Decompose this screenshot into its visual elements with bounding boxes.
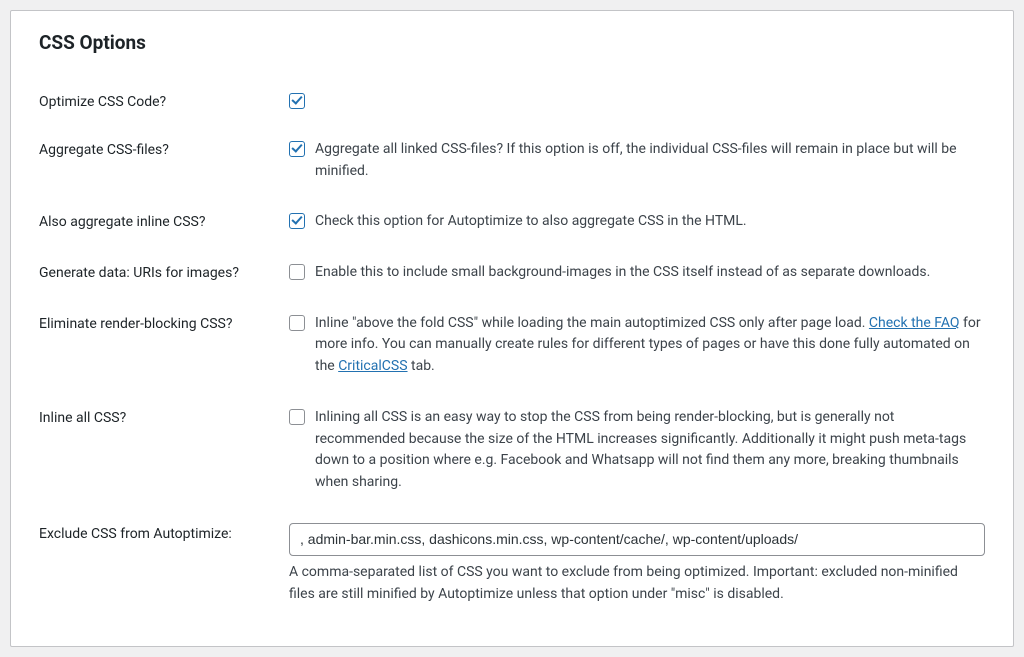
row-exclude-css: Exclude CSS from Autoptimize: A comma-se… [39,510,985,622]
checkbox-optimize-css[interactable] [289,93,305,109]
label-aggregate-inline-css: Also aggregate inline CSS? [39,198,289,249]
help-exclude-css: A comma-separated list of CSS you want t… [289,562,985,605]
row-aggregate-inline-css: Also aggregate inline CSS? Check this op… [39,198,985,249]
text-part1: Inline "above the fold CSS" while loadin… [315,315,869,331]
row-eliminate-render-blocking: Eliminate render-blocking CSS? Inline "a… [39,300,985,394]
row-optimize-css: Optimize CSS Code? [39,78,985,126]
checkbox-aggregate-inline-css[interactable] [289,213,305,229]
row-data-uris: Generate data: URIs for images? Enable t… [39,249,985,300]
css-options-panel: CSS Options Optimize CSS Code? Aggregate… [10,10,1014,647]
checkbox-eliminate-render-blocking[interactable] [289,315,305,331]
checkbox-data-uris[interactable] [289,264,305,280]
desc-aggregate-css: Aggregate all linked CSS-files? If this … [315,139,985,182]
desc-data-uris: Enable this to include small background-… [315,262,985,284]
label-optimize-css: Optimize CSS Code? [39,78,289,126]
label-aggregate-css: Aggregate CSS-files? [39,126,289,198]
link-check-faq[interactable]: Check the FAQ [869,315,960,331]
row-aggregate-css: Aggregate CSS-files? Aggregate all linke… [39,126,985,198]
checkbox-aggregate-css[interactable] [289,141,305,157]
section-title: CSS Options [39,31,985,54]
checkbox-inline-all-css[interactable] [289,409,305,425]
desc-eliminate-render-blocking: Inline "above the fold CSS" while loadin… [315,313,985,378]
input-exclude-css[interactable] [289,523,985,557]
label-data-uris: Generate data: URIs for images? [39,249,289,300]
desc-inline-all-css: Inlining all CSS is an easy way to stop … [315,407,985,494]
row-inline-all-css: Inline all CSS? Inlining all CSS is an e… [39,394,985,510]
label-exclude-css: Exclude CSS from Autoptimize: [39,510,289,622]
desc-aggregate-inline-css: Check this option for Autoptimize to als… [315,211,985,233]
link-criticalcss[interactable]: CriticalCSS [338,358,407,374]
label-eliminate-render-blocking: Eliminate render-blocking CSS? [39,300,289,394]
label-inline-all-css: Inline all CSS? [39,394,289,510]
options-table: Optimize CSS Code? Aggregate CSS-files? … [39,78,985,622]
text-part3: tab. [408,358,435,374]
